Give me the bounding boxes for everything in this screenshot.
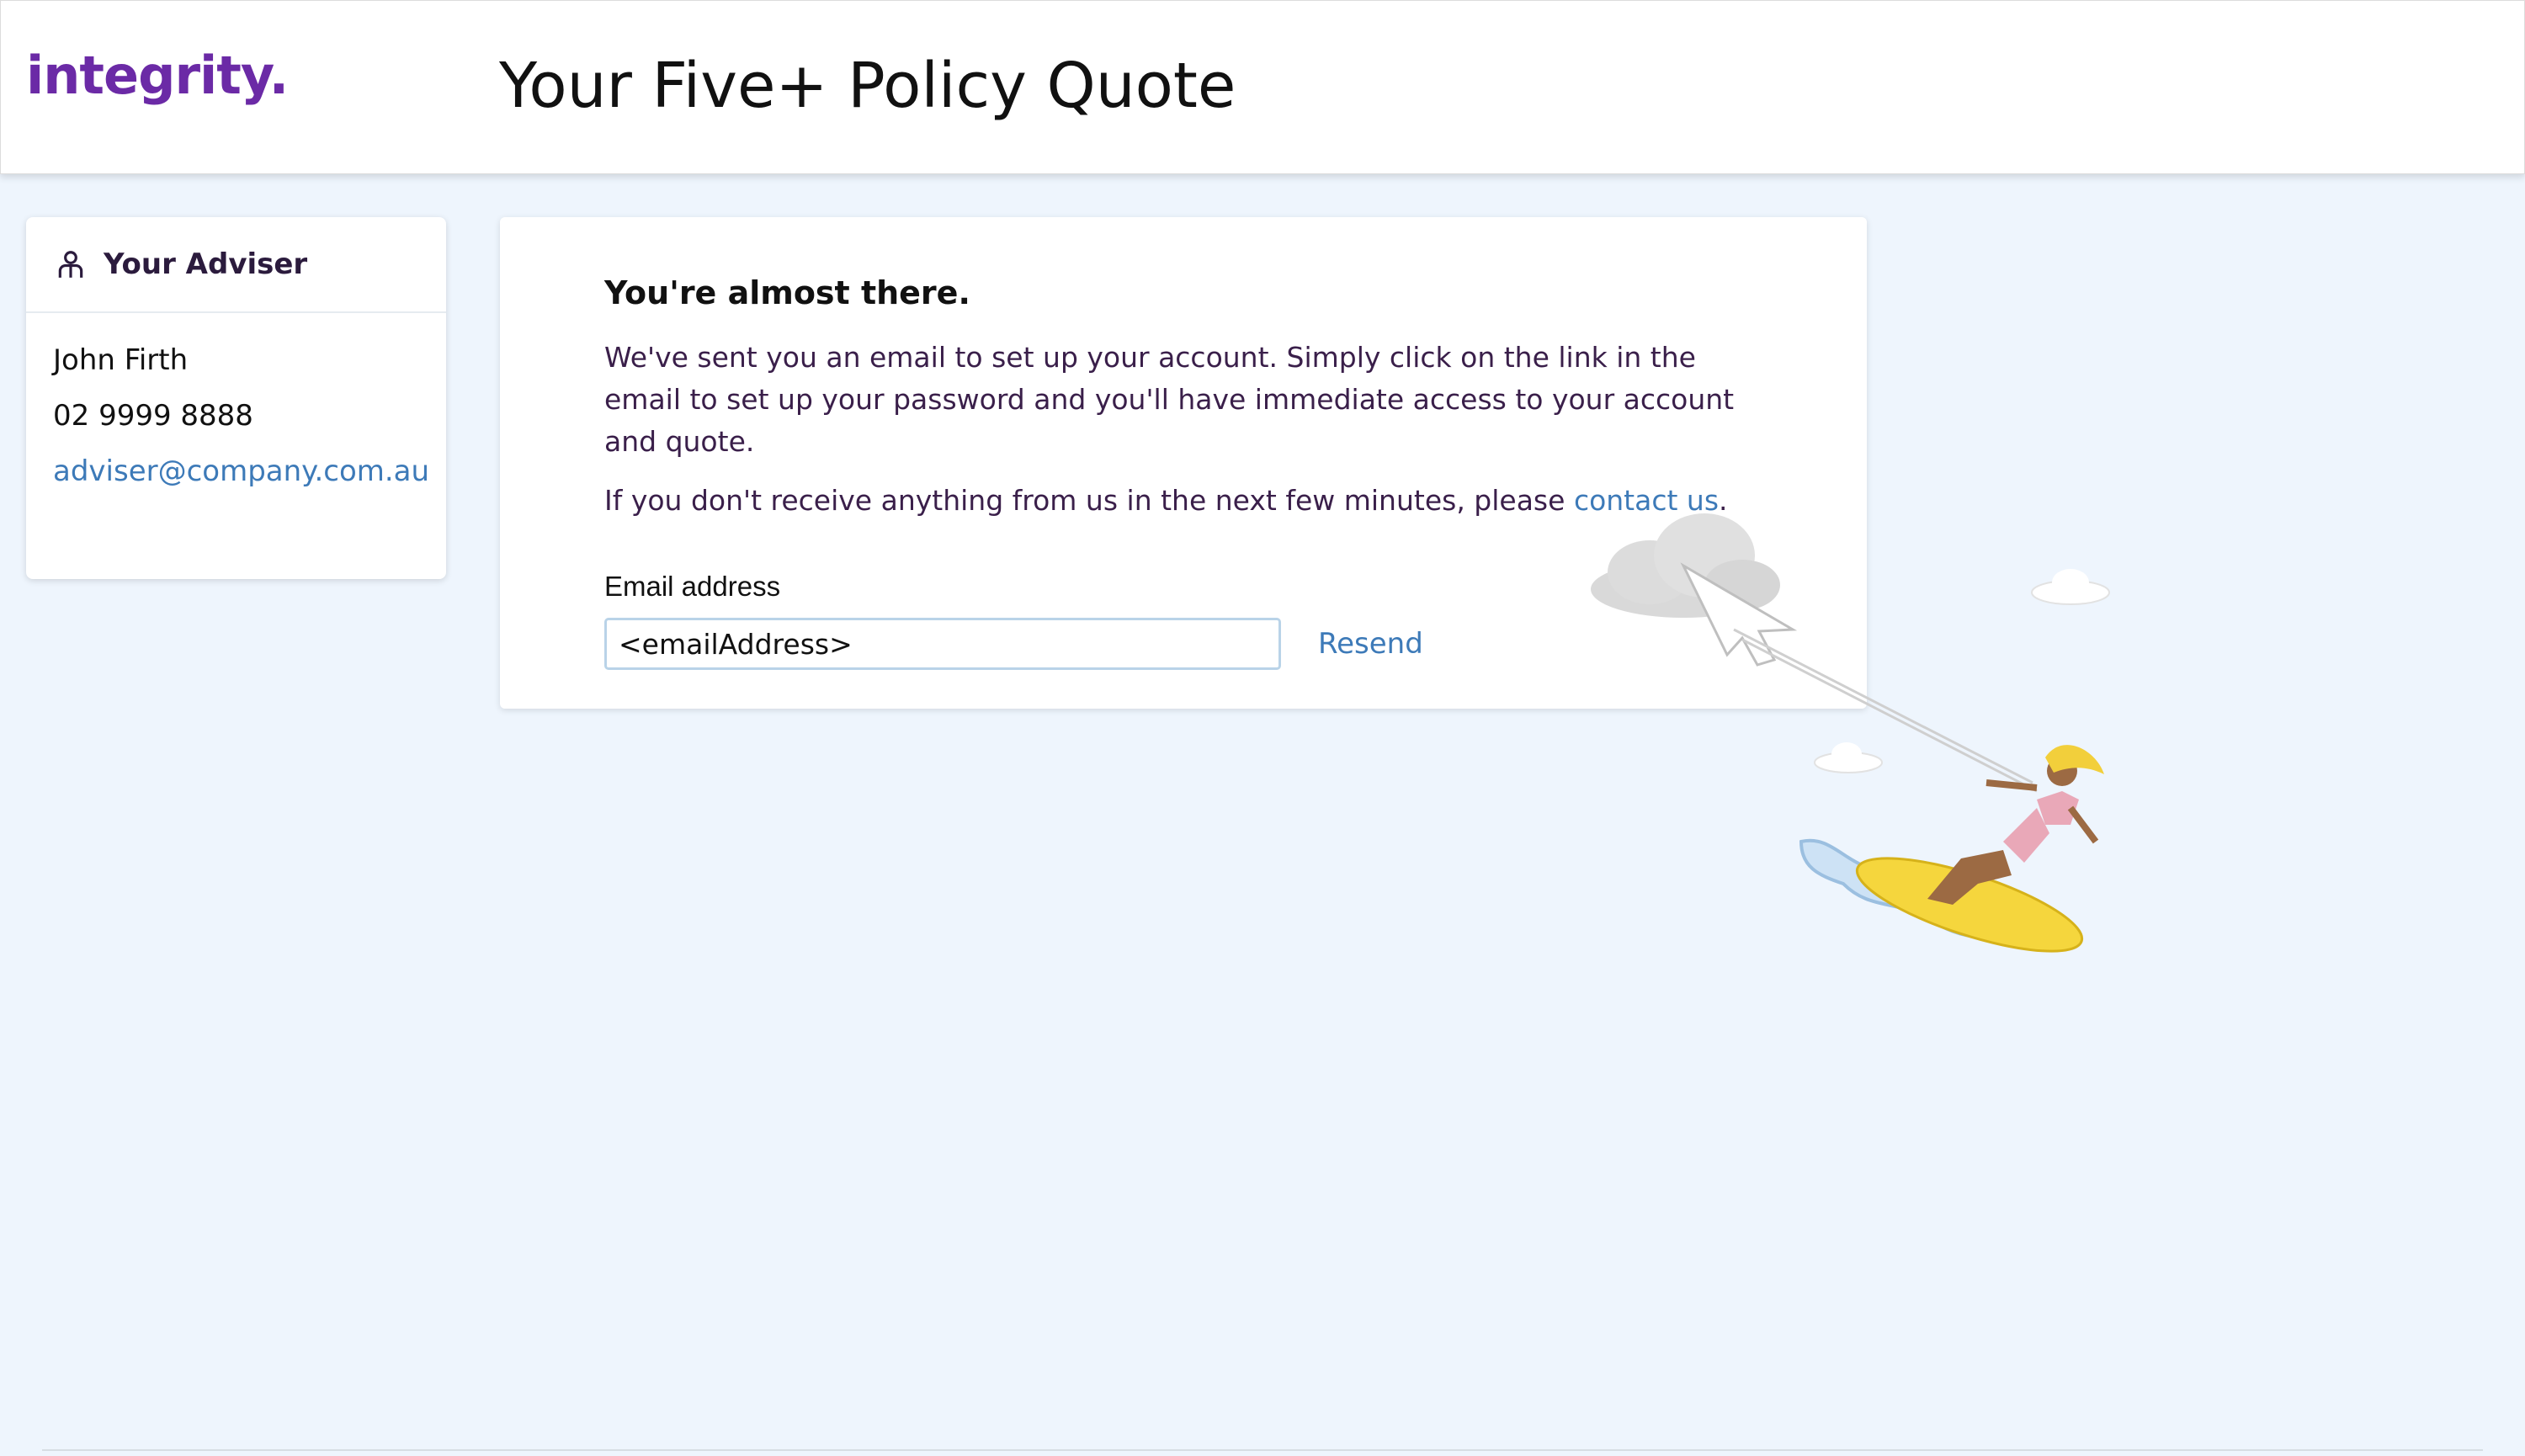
adviser-heading: Your Adviser	[104, 247, 308, 281]
cloud-small-right	[2031, 569, 2110, 605]
footer-divider	[42, 1449, 2483, 1451]
cloud-small-left	[1814, 742, 1883, 773]
adviser-details: John Firth 02 9999 8888 adviser@company.…	[26, 313, 446, 488]
adviser-email-link[interactable]: adviser@company.com.au	[53, 454, 429, 488]
header: integrity. Your Five+ Policy Quote	[0, 0, 2525, 174]
page-title: Your Five+ Policy Quote	[499, 50, 1236, 122]
adviser-card: Your Adviser John Firth 02 9999 8888 adv…	[26, 217, 446, 579]
resend-link[interactable]: Resend	[1318, 627, 1423, 661]
surfer	[1927, 745, 2104, 905]
adviser-name: John Firth	[53, 343, 189, 377]
integrity-logo[interactable]: integrity.	[26, 45, 289, 106]
adviser-phone: 02 9999 8888	[53, 399, 253, 433]
kite-line-1	[1733, 628, 2033, 784]
kitesurfer-illustration	[1591, 513, 2110, 953]
person-icon	[58, 251, 83, 278]
contact-text-prefix: If you don't receive anything from us in…	[604, 484, 1574, 517]
instructions-text: We've sent you an email to set up your a…	[604, 341, 1735, 458]
adviser-card-header: Your Adviser	[26, 217, 446, 313]
email-input[interactable]	[604, 618, 1281, 670]
kite-line-2	[1741, 638, 2038, 793]
confirmation-headline: You're almost there.	[604, 274, 970, 311]
